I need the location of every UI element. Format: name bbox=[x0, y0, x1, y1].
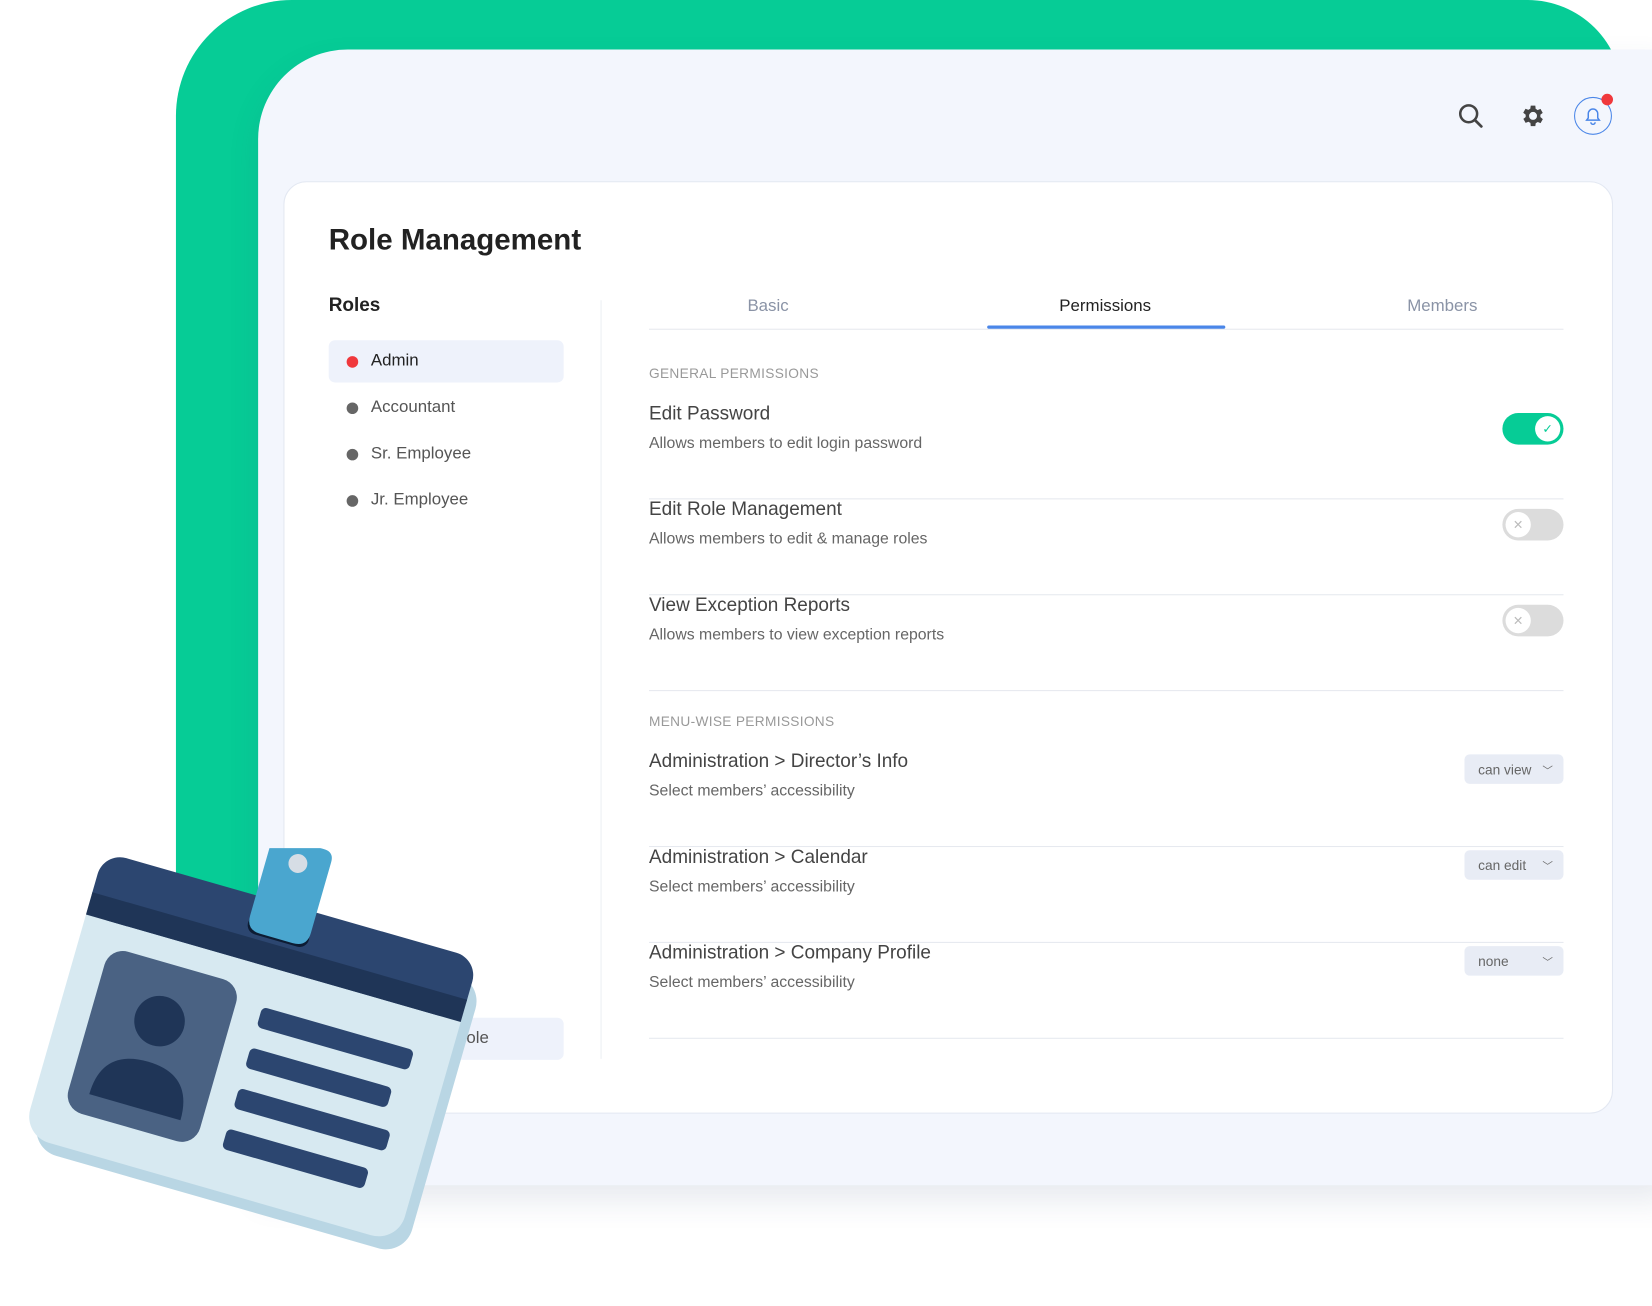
x-icon: ✕ bbox=[1505, 512, 1531, 538]
permission-desc: Select members’ accessibility bbox=[648, 781, 855, 800]
role-label: Accountant bbox=[370, 398, 456, 417]
page-title: Role Management bbox=[328, 223, 582, 257]
permission-desc: Allows members to edit login password bbox=[648, 434, 923, 452]
chevron-down-icon: ﹀ bbox=[1542, 765, 1553, 778]
access-select[interactable]: can view ﹀ bbox=[1464, 754, 1564, 784]
active-tab-indicator bbox=[987, 325, 1226, 329]
role-label: Sr. Employee bbox=[370, 444, 472, 463]
permission-name: Edit Role Management bbox=[648, 498, 842, 520]
menu-permission-row-company-profile: Administration > Company Profile Select … bbox=[648, 941, 1564, 1039]
role-dot bbox=[346, 448, 359, 460]
id-badge-illustration bbox=[29, 848, 477, 1250]
role-item-sr-employee[interactable]: Sr. Employee bbox=[329, 433, 564, 475]
notifications-button[interactable] bbox=[1574, 93, 1614, 135]
permission-row-view-exception-reports: View Exception Reports Allows members to… bbox=[648, 594, 1564, 692]
role-dot bbox=[346, 494, 359, 507]
access-select[interactable]: none ﹀ bbox=[1464, 946, 1564, 976]
role-dot bbox=[346, 401, 359, 414]
role-dot bbox=[346, 355, 359, 368]
x-icon: ✕ bbox=[1505, 607, 1531, 634]
permission-name: Administration > Director’s Info bbox=[648, 750, 909, 772]
check-icon: ✓ bbox=[1535, 416, 1561, 442]
tab-permissions[interactable]: Permissions bbox=[1059, 297, 1151, 316]
role-label: Admin bbox=[370, 351, 419, 370]
roles-heading: Roles bbox=[328, 293, 381, 316]
search-icon[interactable] bbox=[1452, 97, 1490, 135]
chevron-down-icon: ﹀ bbox=[1542, 957, 1553, 970]
tab-basic[interactable]: Basic bbox=[747, 297, 788, 316]
tab-members[interactable]: Members bbox=[1407, 297, 1477, 316]
role-item-admin[interactable]: Admin bbox=[328, 340, 564, 383]
permission-name: Edit Password bbox=[648, 402, 771, 424]
select-value: none bbox=[1478, 952, 1509, 969]
permission-name: Administration > Calendar bbox=[648, 846, 868, 868]
edit-password-toggle[interactable]: ✓ bbox=[1502, 412, 1564, 445]
select-value: can view bbox=[1478, 761, 1532, 778]
role-label: Jr. Employee bbox=[370, 490, 469, 509]
role-item-accountant[interactable]: Accountant bbox=[329, 387, 564, 429]
edit-role-management-toggle[interactable]: ✕ bbox=[1502, 508, 1564, 541]
bell-icon bbox=[1574, 93, 1614, 135]
menu-wise-permissions-heading: MENU-WISE PERMISSIONS bbox=[648, 713, 835, 730]
role-item-jr-employee[interactable]: Jr. Employee bbox=[329, 479, 564, 521]
column-divider bbox=[600, 300, 602, 1059]
permission-desc: Select members’ accessibility bbox=[648, 973, 855, 992]
permission-name: View Exception Reports bbox=[648, 594, 851, 616]
permission-desc: Select members’ accessibility bbox=[648, 877, 855, 896]
select-value: can edit bbox=[1478, 857, 1527, 873]
access-select[interactable]: can edit ﹀ bbox=[1464, 850, 1564, 880]
gear-icon[interactable] bbox=[1513, 97, 1551, 135]
permission-desc: Allows members to edit & manage roles bbox=[648, 529, 928, 548]
header-actions bbox=[1452, 93, 1614, 135]
tab-bar: Basic Permissions Members bbox=[648, 287, 1564, 330]
permission-row-edit-password: Edit Password Allows members to edit log… bbox=[648, 402, 1564, 500]
permission-name: Administration > Company Profile bbox=[648, 941, 931, 963]
view-exception-reports-toggle[interactable]: ✕ bbox=[1502, 604, 1564, 637]
menu-permission-row-directors-info: Administration > Director’s Info Select … bbox=[648, 750, 1564, 848]
permission-row-edit-role-management: Edit Role Management Allows members to e… bbox=[648, 498, 1564, 596]
chevron-down-icon: ﹀ bbox=[1542, 861, 1553, 874]
notification-dot bbox=[1601, 93, 1614, 106]
menu-permission-row-calendar: Administration > Calendar Select members… bbox=[648, 846, 1564, 943]
permission-desc: Allows members to view exception reports bbox=[648, 625, 945, 644]
general-permissions-heading: GENERAL PERMISSIONS bbox=[648, 365, 819, 382]
